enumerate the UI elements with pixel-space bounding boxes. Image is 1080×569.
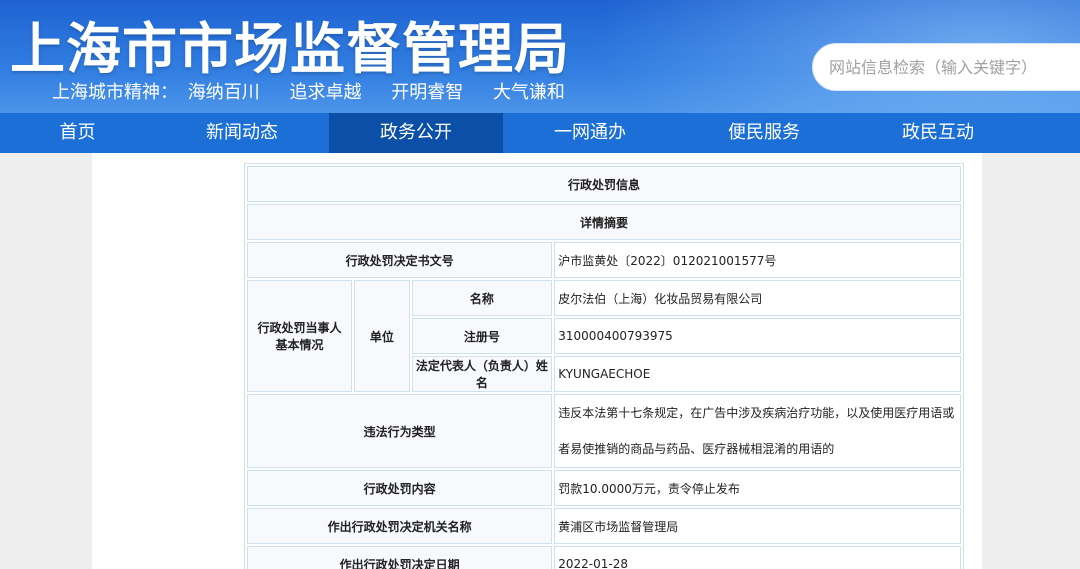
authority-value: 黄浦区市场监督管理局 xyxy=(554,508,961,544)
slogan-prefix: 上海城市精神： xyxy=(52,82,178,103)
date-label: 作出行政处罚决定日期 xyxy=(247,546,553,569)
rep-value: KYUNGAECHOE xyxy=(554,356,961,392)
main-nav: 首页 新闻动态 政务公开 一网通办 便民服务 政民互动 xyxy=(0,113,1080,153)
search-box xyxy=(812,43,1080,91)
table-subtitle: 详情摘要 xyxy=(247,204,961,240)
name-value: 皮尔法伯（上海）化妆品贸易有限公司 xyxy=(554,280,961,316)
slogan-part-1: 海纳百川 xyxy=(187,82,260,103)
reg-no-value: 310000400793975 xyxy=(554,318,961,354)
violation-line-1: 违反本法第十七条规定，在广告中涉及疾病治疗功能，以及使用医疗用语或 xyxy=(558,406,955,420)
table-title: 行政处罚信息 xyxy=(247,166,961,202)
nav-item-news[interactable]: 新闻动态 xyxy=(155,113,329,153)
penalty-label: 行政处罚内容 xyxy=(247,470,553,506)
site-title[interactable]: 上海市市场监督管理局 xyxy=(10,4,570,84)
nav-item-home[interactable]: 首页 xyxy=(0,113,155,153)
slogan-part-4: 大气谦和 xyxy=(492,82,565,103)
party-label: 行政处罚当事人基本情况 xyxy=(247,280,353,392)
name-label: 名称 xyxy=(411,280,553,316)
doc-no-label: 行政处罚决定书文号 xyxy=(247,242,553,278)
slogan-part-2: 追求卓越 xyxy=(289,82,362,103)
unit-label: 单位 xyxy=(354,280,410,392)
nav-item-online-service[interactable]: 一网通办 xyxy=(503,113,677,153)
violation-value: 违反本法第十七条规定，在广告中涉及疾病治疗功能，以及使用医疗用语或 者易使推销的… xyxy=(554,394,961,468)
reg-no-label: 注册号 xyxy=(411,318,553,354)
violation-line-2: 者易使推销的商品与药品、医疗器械相混淆的用语的 xyxy=(558,442,835,456)
nav-item-public-service[interactable]: 便民服务 xyxy=(677,113,851,153)
penalty-value: 罚款10.0000万元，责令停止发布 xyxy=(554,470,961,506)
authority-label: 作出行政处罚决定机关名称 xyxy=(247,508,553,544)
penalty-info-table: 行政处罚信息 详情摘要 行政处罚决定书文号 沪市监黄处〔2022〕0120210… xyxy=(244,163,964,569)
doc-no-value: 沪市监黄处〔2022〕012021001577号 xyxy=(554,242,961,278)
rep-label: 法定代表人（负责人）姓名 xyxy=(411,356,553,392)
date-value: 2022-01-28 xyxy=(554,546,961,569)
city-slogan: 上海城市精神： 海纳百川 追求卓越 开明睿智 大气谦和 xyxy=(52,78,589,104)
search-input[interactable] xyxy=(829,57,1080,77)
violation-label: 违法行为类型 xyxy=(247,394,553,468)
site-header: 上海市市场监督管理局 上海城市精神： 海纳百川 追求卓越 开明睿智 大气谦和 xyxy=(0,0,1080,113)
slogan-part-3: 开明睿智 xyxy=(391,82,464,103)
nav-item-gov-affairs[interactable]: 政务公开 xyxy=(329,113,503,153)
nav-item-interaction[interactable]: 政民互动 xyxy=(851,113,1025,153)
